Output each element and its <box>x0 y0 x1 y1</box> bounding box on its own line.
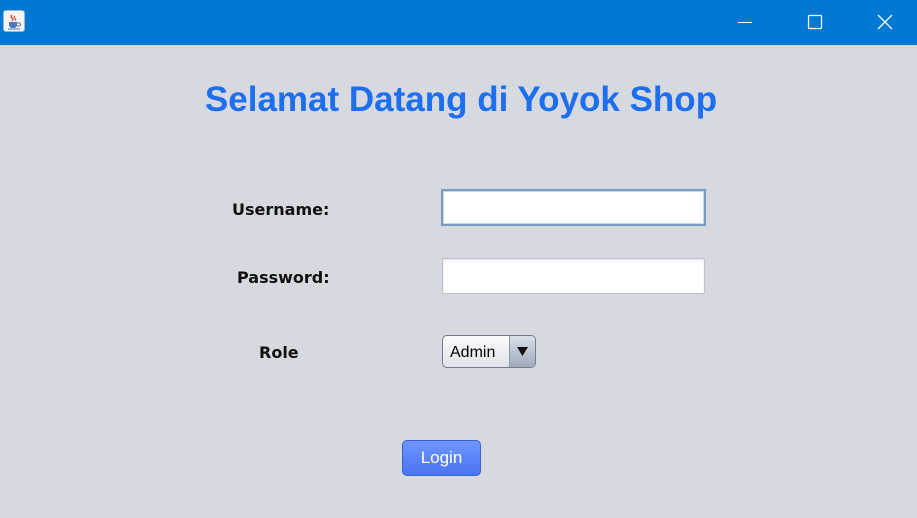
login-button[interactable]: Login <box>402 440 481 476</box>
title-bar[interactable] <box>0 0 917 45</box>
password-label: Password: <box>237 268 330 287</box>
close-button[interactable] <box>850 0 917 45</box>
minimize-button[interactable] <box>710 0 780 45</box>
triangle-down-icon <box>517 347 528 356</box>
dropdown-arrow-button[interactable] <box>509 336 535 367</box>
maximize-icon <box>807 14 823 30</box>
java-cup-icon[interactable] <box>3 10 25 32</box>
username-field[interactable] <box>441 189 706 226</box>
minimize-icon <box>738 22 752 23</box>
username-label: Username: <box>232 200 330 219</box>
role-dropdown[interactable]: Admin <box>442 335 536 368</box>
welcome-heading: Selamat Datang di Yoyok Shop <box>204 80 718 119</box>
maximize-button[interactable] <box>779 0 849 45</box>
app-window: Selamat Datang di Yoyok Shop Username: P… <box>0 0 917 518</box>
role-selected-value: Admin <box>450 344 496 361</box>
password-field[interactable] <box>442 258 705 294</box>
role-label: Role <box>259 343 299 362</box>
close-icon <box>877 14 893 30</box>
